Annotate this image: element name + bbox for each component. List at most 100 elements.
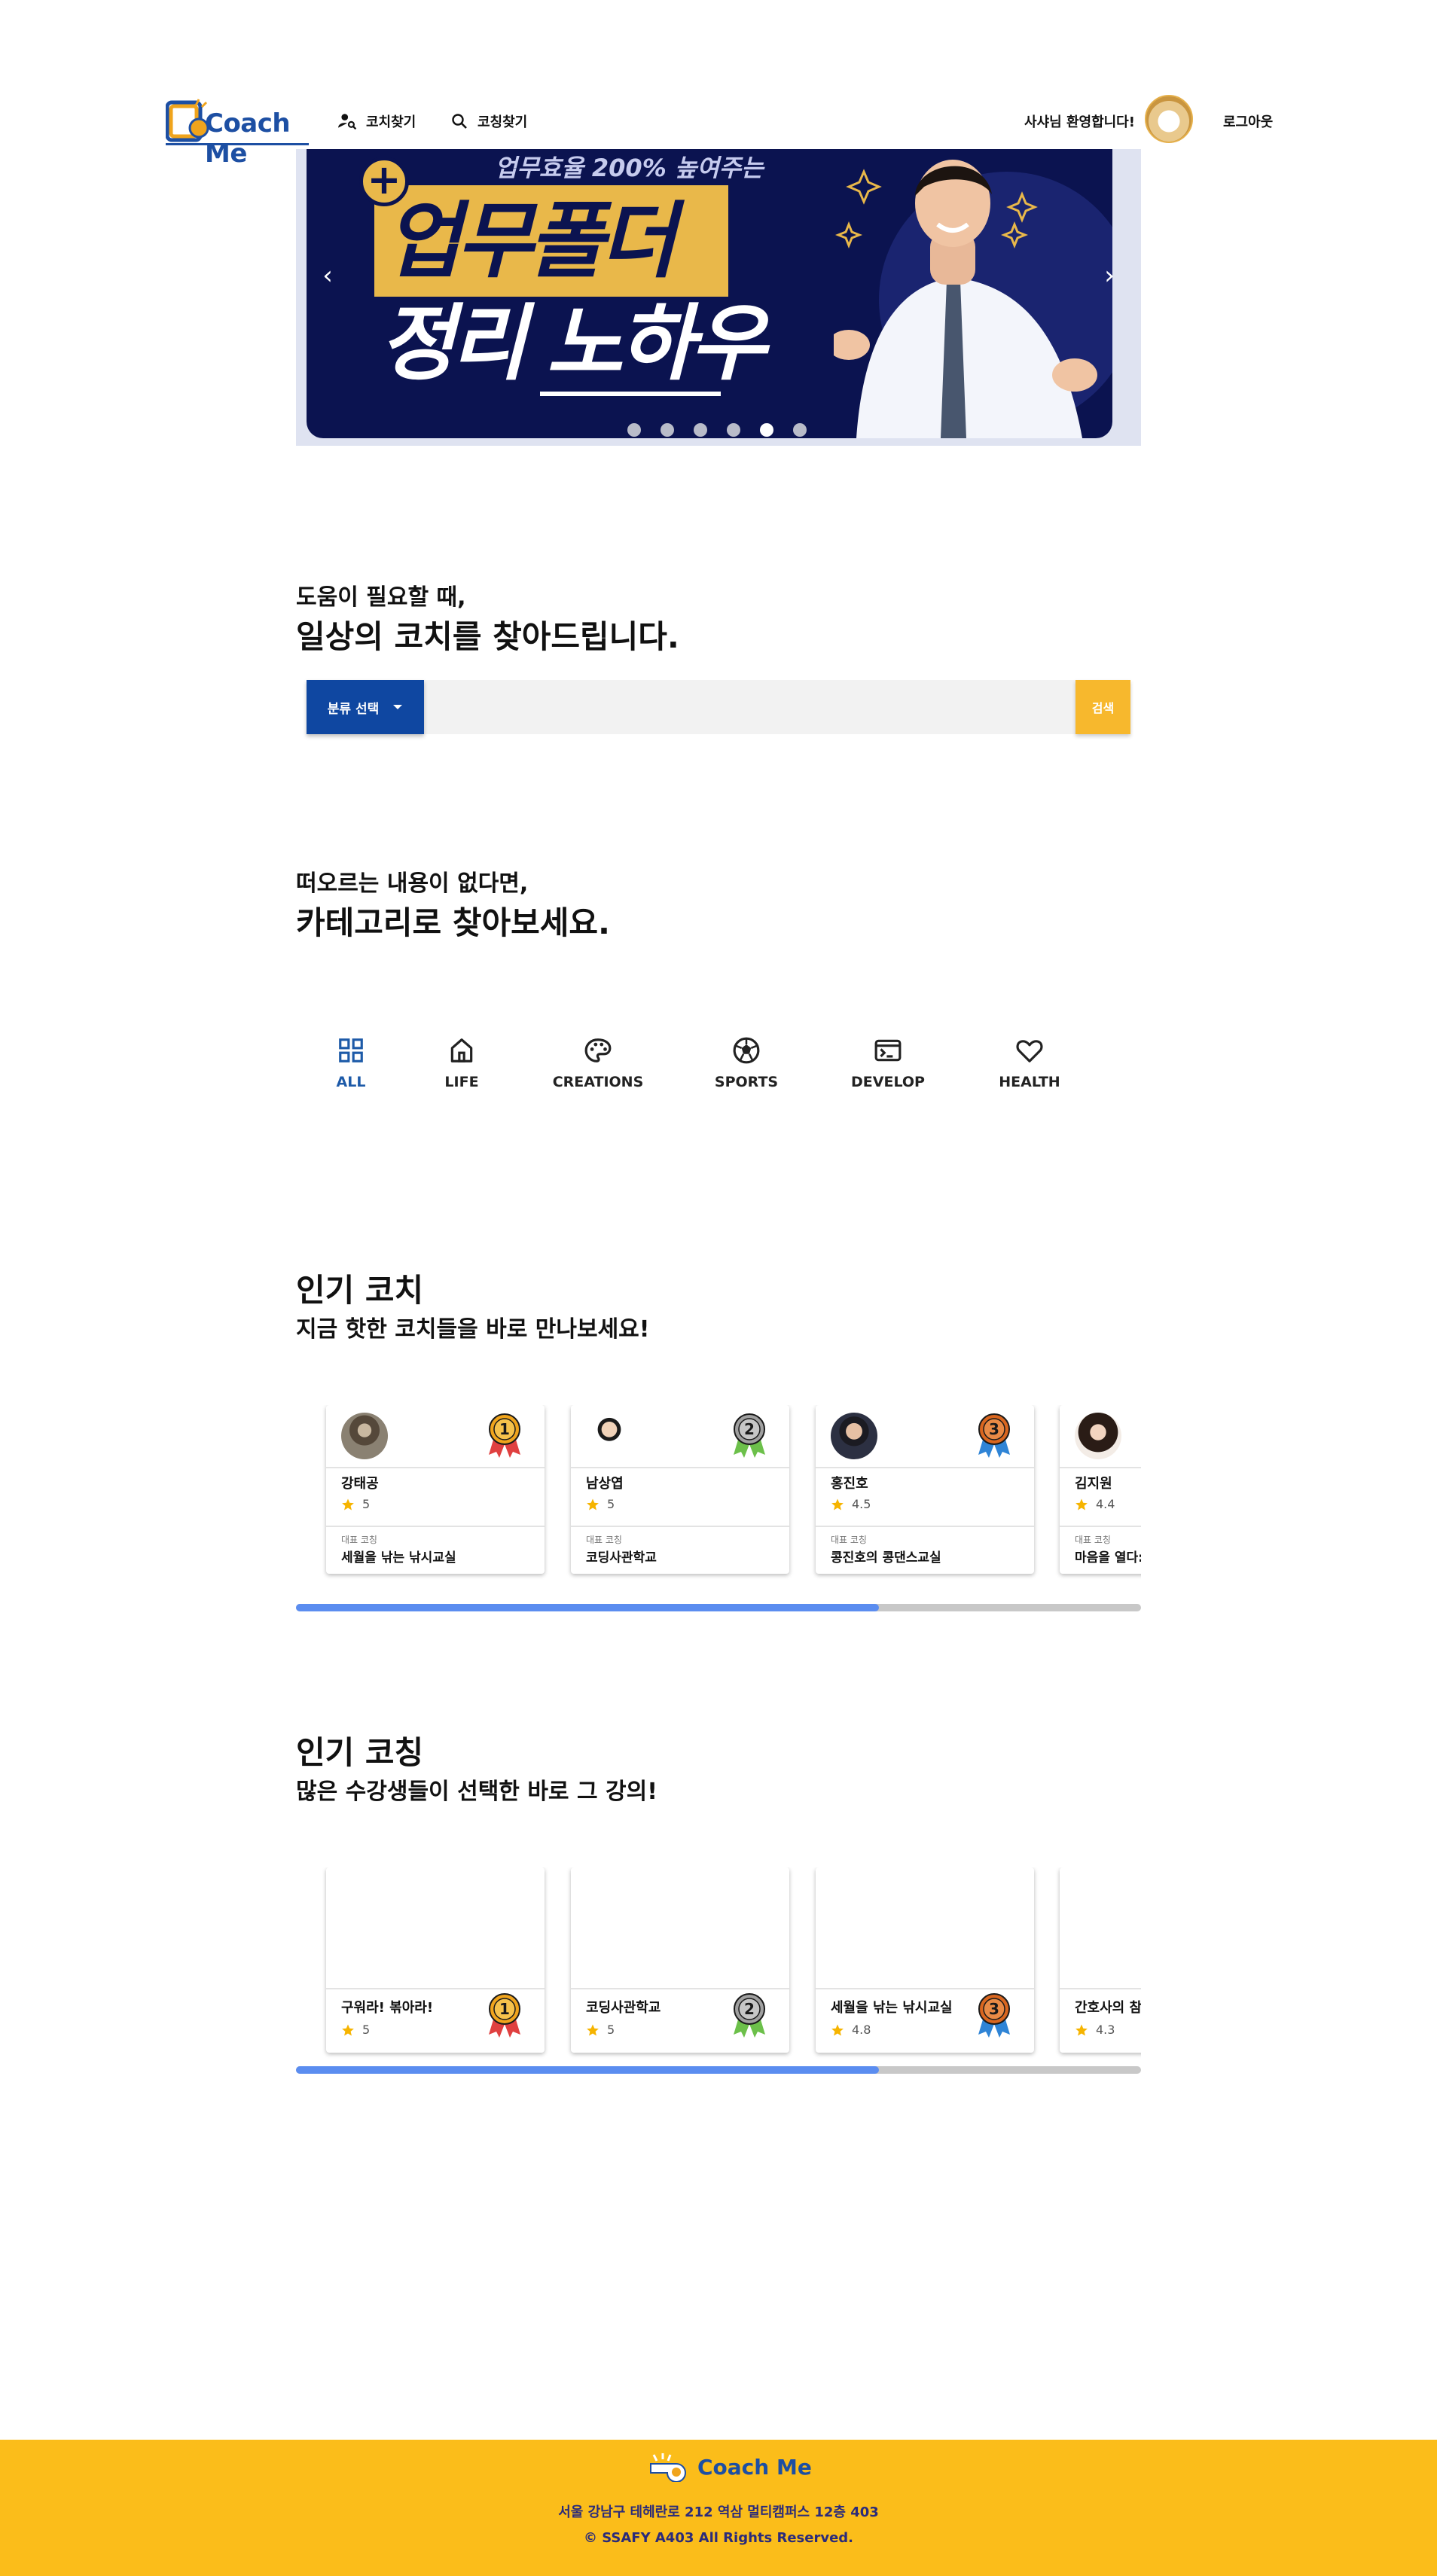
category-tab-develop-label: DEVELOP <box>851 1074 925 1090</box>
coach-card[interactable]: 2 남상엽 5 대표 코칭 코딩사관학교 <box>571 1405 789 1574</box>
coach-rating-value: 4.4 <box>1096 1497 1115 1511</box>
nav-find-coaching[interactable]: 코칭찾기 <box>450 110 527 133</box>
whistle-logo-icon <box>166 99 209 142</box>
carousel-prev-arrow[interactable]: ‹ <box>313 261 343 291</box>
nav-find-coaching-label: 코칭찾기 <box>477 114 528 130</box>
coaching-rating: 5 <box>586 2023 615 2037</box>
coaching-card[interactable]: 세월을 낚는 낚시교실 4.8 3 <box>816 1867 1034 2053</box>
carousel-dot[interactable] <box>760 423 773 437</box>
palette-icon <box>584 1038 612 1062</box>
representative-coaching: 콩진호의 콩댄스교실 <box>831 1550 941 1565</box>
popular-coachings-scrollbar[interactable] <box>296 2066 1141 2074</box>
card-divider <box>816 1467 1034 1468</box>
card-divider <box>326 1526 545 1527</box>
scrollbar-thumb[interactable] <box>296 2066 880 2074</box>
banner-slide[interactable]: 업무효율 200% 높여주는 + 업무폴더 정리 노하우 <box>307 149 1112 438</box>
nav-find-coach-label: 코치찾기 <box>366 114 416 130</box>
carousel-dot[interactable] <box>661 423 674 437</box>
coach-name: 김지원 <box>1075 1476 1112 1492</box>
coach-avatar <box>341 1413 388 1459</box>
coach-name: 남상엽 <box>586 1476 624 1492</box>
category-section-title: 카테고리로 찾아보세요. <box>296 904 610 941</box>
coach-avatar <box>586 1413 633 1459</box>
category-tab-all[interactable]: ALL <box>298 1036 404 1090</box>
medal-rank: 1 <box>499 1420 510 1438</box>
category-dropdown[interactable]: 분류 선택 <box>307 680 424 734</box>
logout-button[interactable]: 로그아웃 <box>1223 111 1273 131</box>
coach-rating-value: 5 <box>362 1497 371 1511</box>
representative-coaching-label: 대표 코칭 <box>341 1535 377 1545</box>
footer-address: 서울 강남구 테헤란로 212 역삼 멀티캠퍼스 12층 403 <box>558 2504 879 2520</box>
carousel-dot[interactable] <box>793 423 807 437</box>
carousel-dot[interactable] <box>627 423 641 437</box>
coach-rating: 4.4 <box>1075 1497 1115 1511</box>
carousel-dot[interactable] <box>694 423 707 437</box>
category-tab-creations[interactable]: CREATIONS <box>545 1036 651 1090</box>
coaching-rating-value: 4.3 <box>1096 2023 1115 2037</box>
category-tab-all-label: ALL <box>336 1074 366 1090</box>
star-icon <box>587 2024 599 2035</box>
category-tab-health[interactable]: HEALTH <box>977 1036 1082 1090</box>
card-divider <box>1060 1526 1141 1527</box>
medal-rank: 3 <box>989 1420 999 1438</box>
coach-avatar <box>831 1413 877 1459</box>
popular-coachings-subtitle: 많은 수강생들이 선택한 바로 그 강의! <box>296 1779 657 1805</box>
footer-logo-text: Coach Me <box>697 2454 812 2480</box>
coach-card[interactable]: 김지원 4.4 대표 코칭 마음을 열다: <box>1060 1405 1141 1574</box>
home-icon <box>450 1038 473 1062</box>
star-icon <box>587 1498 599 1510</box>
nav-find-coach[interactable]: 코치찾기 <box>337 110 416 133</box>
logo-text: Coach Me <box>205 108 291 169</box>
coaching-rating: 4.8 <box>831 2023 871 2037</box>
carousel-next-arrow[interactable]: › <box>1094 261 1124 291</box>
representative-coaching: 세월을 낚는 낚시교실 <box>341 1550 456 1565</box>
search-section-title: 일상의 코치를 찾아드립니다. <box>296 618 679 655</box>
banner-headline-line2: 정리 노하우 <box>379 295 766 392</box>
banner-headline-line1: 업무폴더 <box>385 193 676 289</box>
representative-coaching: 코딩사관학교 <box>586 1550 657 1565</box>
popular-coaches-scrollbar[interactable] <box>296 1604 1141 1611</box>
coaching-card[interactable]: 구워라! 볶아라! 5 1 <box>326 1867 545 2053</box>
category-tab-life[interactable]: LIFE <box>409 1036 514 1090</box>
grid-icon <box>339 1038 363 1062</box>
carousel-indicators <box>627 423 807 437</box>
category-tab-develop[interactable]: DEVELOP <box>835 1036 941 1090</box>
category-tab-sports[interactable]: SPORTS <box>694 1036 799 1090</box>
coach-me-logo[interactable]: Coach Me <box>166 98 309 169</box>
terminal-icon <box>874 1039 902 1062</box>
gold-medal-icon: 1 <box>489 1993 520 2038</box>
banner-subtitle: 업무효율 200% 높여주는 <box>495 154 764 182</box>
representative-coaching: 마음을 열다: <box>1075 1550 1141 1565</box>
coach-rating-value: 4.5 <box>852 1497 871 1511</box>
coaching-title: 간호사의 참: <box>1075 2000 1141 2016</box>
card-divider <box>816 1526 1034 1527</box>
coach-card[interactable]: 1 강태공 5 대표 코칭 세월을 낚는 낚시교실 <box>326 1405 545 1574</box>
coaching-card[interactable]: 간호사의 참: 4.3 <box>1060 1867 1141 2053</box>
category-dropdown-label: 분류 선택 <box>327 701 380 717</box>
footer: Coach Me 서울 강남구 테헤란로 212 역삼 멀티캠퍼스 12층 40… <box>0 2440 1437 2576</box>
category-tab-health-label: HEALTH <box>999 1074 1060 1090</box>
search-button[interactable]: 검색 <box>1075 680 1130 734</box>
bronze-medal-icon: 3 <box>978 1413 1010 1458</box>
search-input[interactable] <box>424 680 1076 734</box>
scrollbar-thumb[interactable] <box>296 1604 880 1611</box>
card-divider <box>571 1467 789 1468</box>
star-icon <box>1075 2024 1088 2035</box>
logo-underline <box>166 143 309 145</box>
medal-rank: 1 <box>499 2000 510 2018</box>
coaching-card[interactable]: 코딩사관학교 5 2 <box>571 1867 789 2053</box>
coach-rating-value: 5 <box>607 1497 615 1511</box>
whistle-icon <box>650 2453 686 2482</box>
coaching-rating: 5 <box>341 2023 370 2037</box>
card-divider <box>816 1988 1034 1989</box>
card-divider <box>571 1988 789 1989</box>
medal-rank: 2 <box>744 1420 755 1438</box>
carousel-dot[interactable] <box>727 423 740 437</box>
user-avatar[interactable] <box>1145 95 1193 143</box>
person-search-icon <box>338 114 357 130</box>
coach-rating: 4.5 <box>831 1497 871 1511</box>
coach-card[interactable]: 3 홍진호 4.5 대표 코칭 콩진호의 콩댄스교실 <box>816 1405 1034 1574</box>
gold-medal-icon: 1 <box>489 1413 520 1458</box>
footer-logo[interactable]: Coach Me <box>648 2452 812 2482</box>
coach-rating: 5 <box>586 1497 615 1511</box>
